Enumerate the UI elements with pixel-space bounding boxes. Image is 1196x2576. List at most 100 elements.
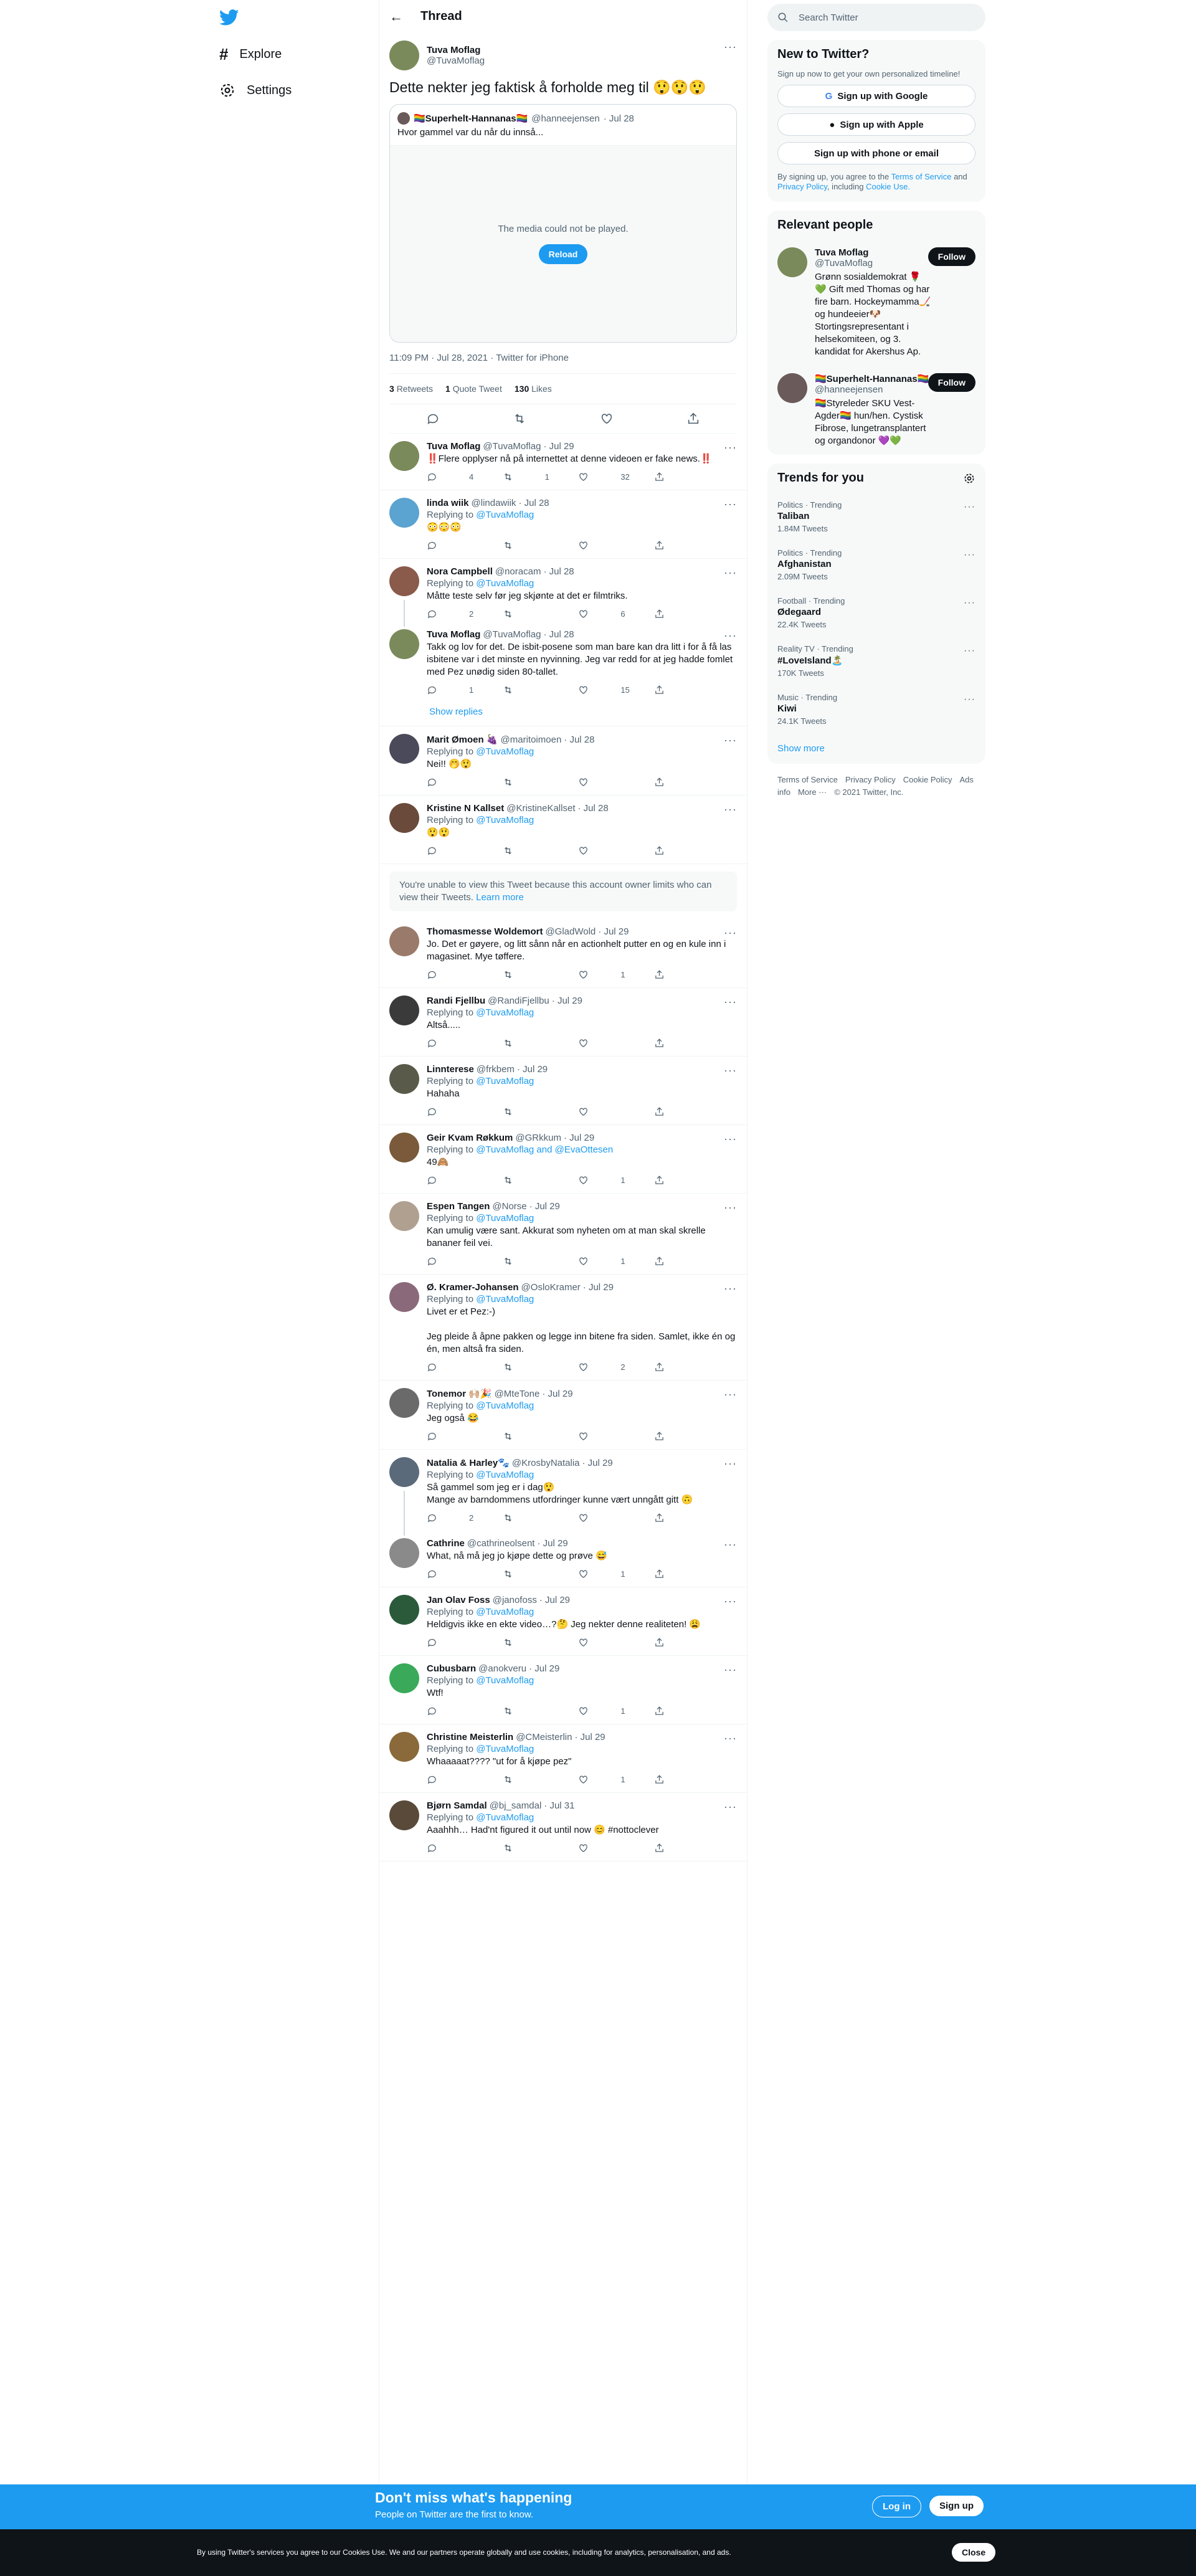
reply-button[interactable] bbox=[427, 969, 503, 980]
reply-tweet[interactable]: Tuva Moflag @TuvaMoflag · Jul 29 ··· ‼️Flere… bbox=[379, 434, 747, 490]
avatar[interactable] bbox=[777, 247, 807, 277]
reply-tweet[interactable]: Tuva Moflag @TuvaMoflag · Jul 28 ··· Takk og… bbox=[379, 622, 747, 703]
retweet-button[interactable] bbox=[503, 1569, 579, 1579]
more-options-icon[interactable]: ··· bbox=[724, 441, 737, 454]
replying-to-link[interactable]: @TuvaMoflag bbox=[476, 1470, 534, 1480]
like-button[interactable]: 2 bbox=[578, 1362, 654, 1372]
reply-author-name[interactable]: Thomasmesse Woldemort bbox=[427, 926, 543, 937]
reply-tweet[interactable]: Bjørn Samdal @bj_samdal · Jul 31 ··· Replyin… bbox=[379, 1793, 747, 1861]
more-options-icon[interactable]: ··· bbox=[724, 1282, 737, 1295]
reply-date[interactable]: · Jul 28 bbox=[518, 498, 549, 508]
replying-to-link[interactable]: @TuvaMoflag bbox=[476, 1294, 534, 1305]
author-handle[interactable]: @TuvaMoflag bbox=[427, 55, 485, 66]
more-options-icon[interactable]: ··· bbox=[724, 1800, 737, 1813]
nav-settings[interactable]: Settings bbox=[212, 74, 299, 107]
avatar[interactable] bbox=[389, 1663, 419, 1693]
reply-tweet[interactable]: Tonemor 🙌🏼🎉 @MteTone · Jul 29 ··· Replying t… bbox=[379, 1381, 747, 1450]
more-options-icon[interactable]: ··· bbox=[964, 694, 975, 705]
more-options-icon[interactable]: ··· bbox=[724, 1201, 737, 1214]
reply-tweet[interactable]: Cubusbarn @anokveru · Jul 29 ··· Replying to… bbox=[379, 1656, 747, 1724]
like-button[interactable] bbox=[578, 1106, 654, 1117]
reply-button[interactable] bbox=[427, 1843, 503, 1853]
retweet-icon[interactable] bbox=[513, 412, 526, 425]
reply-author-name[interactable]: Natalia & Harley🐾 bbox=[427, 1457, 510, 1468]
like-button[interactable] bbox=[578, 777, 654, 787]
reply-author-name[interactable]: Tonemor 🙌🏼🎉 bbox=[427, 1388, 492, 1399]
share-button[interactable] bbox=[654, 1513, 691, 1523]
more-options-icon[interactable]: ··· bbox=[724, 1538, 737, 1551]
reply-author-name[interactable]: linda wiik bbox=[427, 498, 469, 508]
reply-button[interactable] bbox=[427, 1706, 503, 1716]
reply-button[interactable] bbox=[427, 845, 503, 856]
like-button[interactable] bbox=[578, 1843, 654, 1853]
footer-link[interactable]: Terms of Service bbox=[777, 775, 838, 784]
learn-more-link[interactable]: Learn more bbox=[476, 892, 524, 903]
login-button[interactable]: Log in bbox=[872, 2496, 921, 2517]
replying-to-link[interactable]: @TuvaMoflag bbox=[476, 1675, 534, 1686]
reply-author-name[interactable]: Ø. Kramer-Johansen bbox=[427, 1282, 519, 1293]
avatar[interactable] bbox=[389, 1800, 419, 1830]
cookie-use-link[interactable]: Cookie Use. bbox=[866, 182, 910, 191]
reply-date[interactable]: · Jul 28 bbox=[543, 629, 574, 640]
share-button[interactable] bbox=[654, 1175, 691, 1186]
retweet-button[interactable] bbox=[503, 1256, 579, 1267]
reply-author-handle[interactable]: @MteTone bbox=[495, 1389, 540, 1399]
like-button[interactable]: 1 bbox=[578, 969, 654, 980]
replying-to-link[interactable]: @TuvaMoflag bbox=[476, 746, 534, 757]
replying-to-link[interactable]: @TuvaMoflag bbox=[476, 1607, 534, 1617]
avatar[interactable] bbox=[389, 441, 419, 471]
retweet-button[interactable] bbox=[503, 1431, 579, 1442]
like-button[interactable]: 1 bbox=[578, 1175, 654, 1186]
reply-tweet[interactable]: Randi Fjellbu @RandiFjellbu · Jul 29 ··· Rep… bbox=[379, 988, 747, 1057]
reply-author-name[interactable]: Jan Olav Foss bbox=[427, 1595, 490, 1605]
like-button[interactable] bbox=[578, 1431, 654, 1442]
show-replies-link[interactable]: Show replies bbox=[379, 703, 747, 726]
reply-button[interactable] bbox=[427, 1362, 503, 1372]
reply-button[interactable] bbox=[427, 1774, 503, 1785]
reply-tweet[interactable]: Espen Tangen @Norse · Jul 29 ··· Replying to… bbox=[379, 1194, 747, 1275]
reply-date[interactable]: · Jul 29 bbox=[542, 1389, 572, 1399]
trend-item[interactable]: Reality TV · Trending #LoveIsland🏝️ 170K T… bbox=[767, 637, 985, 685]
footer-link[interactable]: More ··· bbox=[798, 787, 827, 797]
reply-author-handle[interactable]: @janofoss bbox=[493, 1595, 537, 1605]
reply-date[interactable]: · Jul 29 bbox=[529, 1201, 560, 1212]
avatar[interactable] bbox=[389, 1064, 419, 1094]
more-options-icon[interactable]: ··· bbox=[724, 1663, 737, 1676]
reply-author-handle[interactable]: @noracam bbox=[495, 566, 541, 577]
more-options-icon[interactable]: ··· bbox=[964, 549, 975, 561]
reply-author-handle[interactable]: @OsloKramer bbox=[521, 1282, 581, 1293]
avatar[interactable] bbox=[389, 926, 419, 956]
more-options-icon[interactable]: ··· bbox=[964, 501, 975, 513]
reply-author-handle[interactable]: @bj_samdal bbox=[490, 1800, 542, 1811]
trend-item[interactable]: Football · Trending Ødegaard 22.4K Tweets ·… bbox=[767, 589, 985, 637]
more-options-icon[interactable]: ··· bbox=[724, 629, 737, 642]
more-options-icon[interactable]: ··· bbox=[964, 645, 975, 657]
avatar[interactable] bbox=[389, 734, 419, 764]
reply-date[interactable]: · Jul 29 bbox=[537, 1538, 567, 1549]
reply-button[interactable] bbox=[427, 1106, 503, 1117]
reply-date[interactable]: · Jul 29 bbox=[598, 926, 629, 937]
more-options-icon[interactable]: ··· bbox=[724, 1388, 737, 1401]
avatar[interactable] bbox=[389, 629, 419, 659]
replying-to-link[interactable]: @TuvaMoflag bbox=[476, 578, 534, 589]
reply-date[interactable]: · Jul 31 bbox=[544, 1800, 574, 1811]
footer-link[interactable]: Privacy Policy bbox=[845, 775, 896, 784]
quoted-tweet[interactable]: 🏳️‍🌈Superhelt-Hannanas🏳️‍🌈 @hanneejensen… bbox=[389, 104, 737, 343]
like-button[interactable]: 1 bbox=[578, 1569, 654, 1579]
like-button[interactable]: 6 bbox=[578, 609, 654, 619]
replying-to-link[interactable]: @TuvaMoflag bbox=[476, 510, 534, 520]
reply-author-handle[interactable]: @frkbem bbox=[477, 1064, 515, 1075]
share-button[interactable] bbox=[654, 1256, 691, 1267]
reply-author-handle[interactable]: @anokveru bbox=[478, 1663, 526, 1674]
reply-tweet[interactable]: Marit Ømoen 🍇 @maritoimoen · Jul 28 ··· Repl… bbox=[379, 726, 747, 796]
reply-date[interactable]: · Jul 29 bbox=[529, 1663, 559, 1674]
reply-author-handle[interactable]: @cathrineolsent bbox=[467, 1538, 535, 1549]
reply-author-name[interactable]: Christine Meisterlin bbox=[427, 1732, 513, 1742]
replying-to-link[interactable]: @TuvaMoflag bbox=[476, 1744, 534, 1754]
retweet-button[interactable] bbox=[503, 777, 579, 787]
share-button[interactable] bbox=[654, 1362, 691, 1372]
reply-date[interactable]: · Jul 29 bbox=[552, 996, 582, 1006]
more-options-icon[interactable]: ··· bbox=[724, 803, 737, 816]
more-options-icon[interactable]: ··· bbox=[724, 1457, 737, 1470]
follow-button[interactable]: Follow bbox=[928, 373, 975, 392]
